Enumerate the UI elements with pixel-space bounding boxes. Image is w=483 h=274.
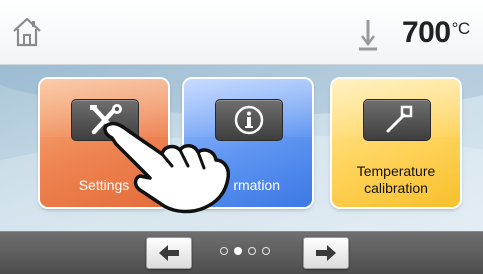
temperature-calibration-tile[interactable]: Temperature calibration bbox=[332, 79, 460, 207]
temperature-calibration-label: Temperature calibration bbox=[332, 163, 460, 197]
page-dot bbox=[248, 247, 256, 255]
next-page-button[interactable] bbox=[303, 237, 349, 269]
temperature-unit: °C bbox=[451, 19, 471, 38]
label-line-2: calibration bbox=[364, 180, 428, 196]
label-line-1: Temperature bbox=[356, 163, 436, 179]
page-dot bbox=[220, 247, 228, 255]
temperature-readout: 700°C bbox=[402, 16, 470, 50]
arrow-left-icon bbox=[159, 245, 179, 261]
pointing-hand-icon bbox=[103, 121, 231, 214]
home-icon[interactable] bbox=[10, 15, 44, 49]
previous-page-button[interactable] bbox=[146, 237, 192, 269]
thermometer-icon bbox=[359, 20, 377, 51]
arrow-right-icon bbox=[316, 245, 336, 261]
page-navigation-bar bbox=[0, 231, 483, 274]
main-menu: Settings rmation Temperature calibration bbox=[0, 65, 483, 231]
page-dot bbox=[262, 247, 270, 255]
page-indicator bbox=[220, 247, 276, 259]
page-dot-current bbox=[234, 247, 242, 255]
temperature-value: 700 bbox=[402, 16, 451, 49]
status-bar: 700°C bbox=[0, 0, 483, 65]
calibration-pen-icon bbox=[363, 99, 431, 141]
